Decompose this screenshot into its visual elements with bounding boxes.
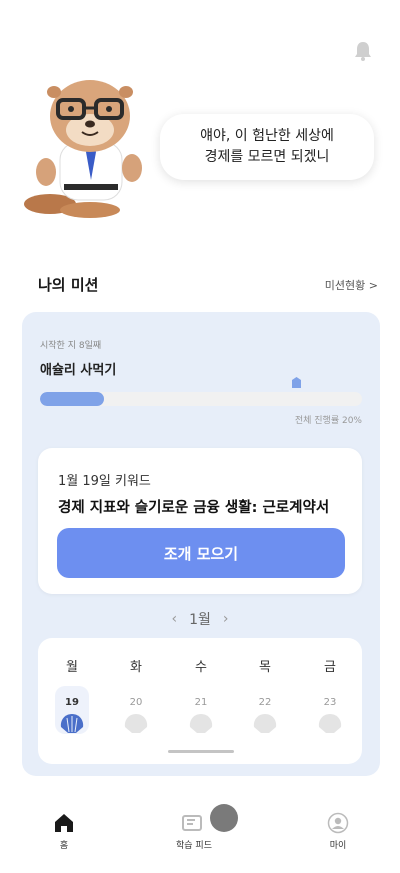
keyword-title: 경제 지표와 슬기로운 금융 생활: 근로계약서 bbox=[58, 500, 330, 516]
day-name: 수 bbox=[195, 660, 207, 675]
day-name: 월 bbox=[66, 660, 78, 675]
week-scroll-indicator bbox=[168, 750, 234, 753]
day-date: 23 bbox=[323, 697, 337, 708]
calendar-day-mon[interactable]: 월 19 bbox=[52, 656, 92, 734]
calendar-day-fri[interactable]: 금 23 bbox=[310, 656, 350, 734]
mission-progress-bar bbox=[40, 392, 362, 406]
progress-marker-icon bbox=[292, 377, 301, 388]
mission-goal: 애슐리 사먹기 bbox=[40, 363, 117, 378]
speech-bubble: 얘야, 이 험난한 세상에 경제를 모르면 되겠니 bbox=[160, 114, 374, 180]
touch-indicator bbox=[210, 804, 238, 832]
tab-home[interactable]: 홈 bbox=[24, 812, 104, 851]
bell-icon[interactable] bbox=[352, 40, 374, 62]
day-date: 20 bbox=[129, 697, 143, 708]
calendar-day-tue[interactable]: 화 20 bbox=[116, 656, 156, 734]
speech-line-1: 얘야, 이 험난한 세상에 bbox=[200, 128, 334, 144]
month-navigator: ‹ 1월 › bbox=[0, 609, 400, 629]
collect-shells-button[interactable]: 조개 모으기 bbox=[57, 528, 345, 578]
keyword-date: 1월 19일 키워드 bbox=[58, 474, 151, 489]
tab-label: 마이 bbox=[329, 841, 347, 851]
calendar-day-thu[interactable]: 목 22 bbox=[245, 656, 285, 734]
otter-character-illustration bbox=[24, 80, 142, 218]
tab-label: 학습 피드 bbox=[176, 841, 212, 851]
speech-line-2: 경제를 모르면 되겠니 bbox=[204, 149, 330, 165]
progress-label: 전체 진행률 20% bbox=[294, 416, 362, 426]
day-date: 21 bbox=[194, 697, 208, 708]
day-name: 화 bbox=[130, 660, 142, 675]
home-icon bbox=[55, 814, 73, 832]
feed-icon bbox=[182, 815, 202, 831]
day-name: 금 bbox=[324, 660, 336, 675]
shell-icon bbox=[60, 714, 84, 733]
current-month: 1월 bbox=[189, 612, 211, 628]
days-since-start: 시작한 지 8일째 bbox=[40, 341, 102, 351]
profile-icon bbox=[327, 812, 349, 834]
prev-month-button[interactable]: ‹ bbox=[171, 611, 177, 627]
shell-icon bbox=[318, 714, 342, 733]
shell-icon bbox=[189, 714, 213, 733]
mission-status-link[interactable]: 미션현황 > bbox=[325, 277, 378, 293]
day-date: 19 bbox=[65, 697, 79, 708]
tab-my[interactable]: 마이 bbox=[298, 812, 378, 851]
next-month-button[interactable]: › bbox=[223, 611, 229, 627]
day-name: 목 bbox=[259, 660, 271, 675]
day-date: 22 bbox=[258, 697, 272, 708]
shell-icon bbox=[124, 714, 148, 733]
tab-label: 홈 bbox=[59, 841, 69, 851]
mission-section-title: 나의 미션 bbox=[38, 276, 99, 294]
mission-progress-fill bbox=[40, 392, 105, 406]
calendar-day-wed[interactable]: 수 21 bbox=[181, 656, 221, 734]
shell-icon bbox=[253, 714, 277, 733]
